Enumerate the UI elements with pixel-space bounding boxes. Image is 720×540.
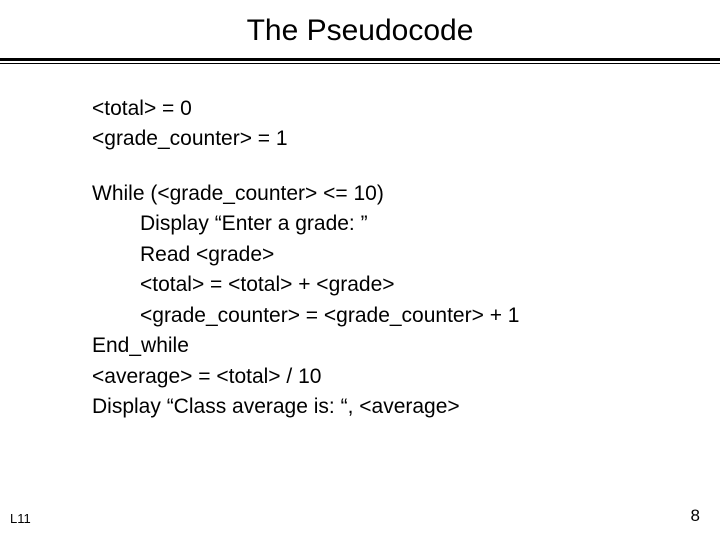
- code-line: While (<grade_counter> <= 10): [92, 179, 720, 209]
- init-block: <total> = 0 <grade_counter> = 1: [92, 94, 720, 155]
- page-number: 8: [691, 506, 700, 526]
- code-line: <total> = <total> + <grade>: [92, 270, 720, 300]
- code-line: Display “Enter a grade: ”: [92, 209, 720, 239]
- loop-block: While (<grade_counter> <= 10) Display “E…: [92, 179, 720, 423]
- code-line: <grade_counter> = <grade_counter> + 1: [92, 301, 720, 331]
- pseudocode-content: <total> = 0 <grade_counter> = 1 While (<…: [0, 62, 720, 422]
- code-line: End_while: [92, 331, 720, 361]
- slide-title: The Pseudocode: [0, 0, 720, 58]
- title-divider: [0, 58, 720, 62]
- code-line: <grade_counter> = 1: [92, 124, 720, 154]
- code-line: Read <grade>: [92, 240, 720, 270]
- code-line: Display “Class average is: “, <average>: [92, 392, 720, 422]
- footer-left-label: L11: [10, 511, 31, 526]
- code-line: <total> = 0: [92, 94, 720, 124]
- code-line: <average> = <total> / 10: [92, 362, 720, 392]
